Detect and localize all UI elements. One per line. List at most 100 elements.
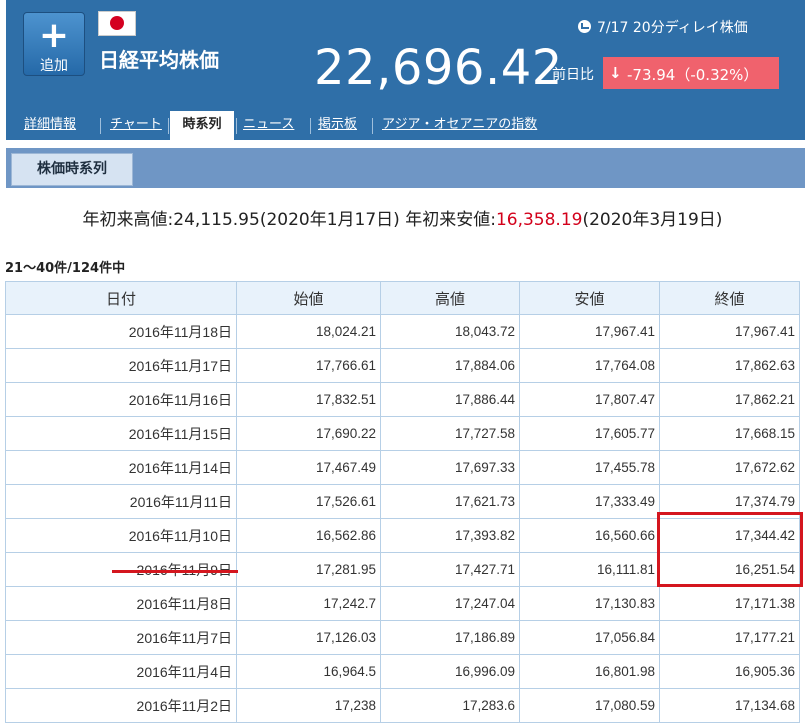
cell-low: 17,080.59 bbox=[519, 688, 660, 723]
cell-date: 2016年11月17日 bbox=[5, 348, 237, 383]
cell-open: 16,562.86 bbox=[236, 518, 381, 553]
tab-board[interactable]: 掲示板 bbox=[318, 111, 357, 140]
cell-low: 17,333.49 bbox=[519, 484, 660, 519]
add-to-portfolio-button[interactable]: + 追加 bbox=[23, 12, 85, 76]
cell-low: 17,130.83 bbox=[519, 586, 660, 621]
header-date: 日付 bbox=[5, 281, 237, 315]
header-high: 高値 bbox=[380, 281, 520, 315]
cell-open: 17,242.7 bbox=[236, 586, 381, 621]
cell-close: 17,862.21 bbox=[659, 382, 800, 417]
table-row: 2016年11月18日 18,024.21 18,043.72 17,967.41 17… bbox=[5, 314, 800, 349]
cell-date: 2016年11月15日 bbox=[5, 416, 237, 451]
cell-date: 2016年11月14日 bbox=[5, 450, 237, 485]
table-row: 2016年11月8日 17,242.7 17,247.04 17,130.83 17,1… bbox=[5, 586, 800, 621]
cell-open: 16,964.5 bbox=[236, 654, 381, 689]
index-name: 日経平均株価 bbox=[99, 48, 219, 72]
cell-open: 17,238 bbox=[236, 688, 381, 723]
cell-close: 17,967.41 bbox=[659, 314, 800, 349]
year-high-date: (2020年1月17日) bbox=[259, 210, 400, 230]
cell-low: 17,455.78 bbox=[519, 450, 660, 485]
clock-icon bbox=[578, 20, 591, 33]
header-open: 始値 bbox=[236, 281, 381, 315]
cell-low: 16,560.66 bbox=[519, 518, 660, 553]
table-row: 2016年11月16日 17,832.51 17,886.44 17,807.47 17… bbox=[5, 382, 800, 417]
date-underline-annotation bbox=[112, 570, 238, 573]
cell-low: 17,807.47 bbox=[519, 382, 660, 417]
result-count: 21〜40件/124件中 bbox=[5, 261, 126, 276]
delay-note-text: 7/17 20分ディレイ株価 bbox=[597, 20, 748, 36]
yearly-range: 年初来高値:24,115.95(2020年1月17日) 年初来安値:16,358… bbox=[0, 205, 805, 230]
cell-date: 2016年11月7日 bbox=[5, 620, 237, 655]
current-price: 22,696.42 bbox=[314, 40, 563, 96]
price-history-table: 日付 始値 高値 安値 終値 2016年11月18日 18,024.21 18,04… bbox=[5, 281, 800, 723]
table-row: 2016年11月4日 16,964.5 16,996.09 16,801.98 16,9… bbox=[5, 654, 800, 689]
cell-open: 17,690.22 bbox=[236, 416, 381, 451]
tab-timeseries[interactable]: 時系列 bbox=[170, 111, 234, 140]
header-low: 安値 bbox=[519, 281, 660, 315]
cell-open: 18,024.21 bbox=[236, 314, 381, 349]
tab-details[interactable]: 詳細情報 bbox=[24, 111, 76, 140]
tab-news[interactable]: ニュース bbox=[243, 111, 294, 140]
cell-date: 2016年11月18日 bbox=[5, 314, 237, 349]
table-row: 2016年11月2日 17,238 17,283.6 17,080.59 17,134.… bbox=[5, 688, 800, 723]
year-high-label: 年初来高値: bbox=[82, 210, 174, 230]
tab-asia-oceania-indices[interactable]: アジア・オセアニアの指数 bbox=[382, 111, 537, 140]
cell-high: 17,621.73 bbox=[380, 484, 520, 519]
cell-low: 17,605.77 bbox=[519, 416, 660, 451]
cell-close: 17,668.15 bbox=[659, 416, 800, 451]
cell-date: 2016年11月16日 bbox=[5, 382, 237, 417]
year-low-value: 16,358.19 bbox=[495, 210, 583, 230]
cell-high: 17,427.71 bbox=[380, 552, 520, 587]
cell-date: 2016年11月2日 bbox=[5, 688, 237, 723]
cell-date: 2016年11月8日 bbox=[5, 586, 237, 621]
tab-chart[interactable]: チャート bbox=[110, 111, 162, 140]
cell-close: 17,171.38 bbox=[659, 586, 800, 621]
table-row: 2016年11月7日 17,126.03 17,186.89 17,056.84 17,… bbox=[5, 620, 800, 655]
cell-high: 17,727.58 bbox=[380, 416, 520, 451]
cell-high: 17,886.44 bbox=[380, 382, 520, 417]
change-label: 前日比 bbox=[552, 67, 594, 83]
year-low-date: (2020年3月19日) bbox=[582, 210, 723, 230]
cell-open: 17,766.61 bbox=[236, 348, 381, 383]
stock-header: + 追加 日経平均株価 7/17 20分ディレイ株価 22,696.42 前日比… bbox=[6, 0, 805, 140]
table-header-row: 日付 始値 高値 安値 終値 bbox=[5, 281, 800, 315]
cell-close: 17,862.63 bbox=[659, 348, 800, 383]
cell-close: 17,177.21 bbox=[659, 620, 800, 655]
plus-icon: + bbox=[38, 15, 70, 56]
header-close: 終値 bbox=[659, 281, 800, 315]
cell-close: 17,134.68 bbox=[659, 688, 800, 723]
cell-open: 17,126.03 bbox=[236, 620, 381, 655]
table-row: 2016年11月15日 17,690.22 17,727.58 17,605.77 17… bbox=[5, 416, 800, 451]
cell-high: 17,393.82 bbox=[380, 518, 520, 553]
cell-high: 17,186.89 bbox=[380, 620, 520, 655]
add-button-label: 追加 bbox=[40, 58, 68, 74]
year-high-value: 24,115.95 bbox=[173, 210, 260, 230]
cell-low: 16,111.81 bbox=[519, 552, 660, 587]
cell-open: 17,281.95 bbox=[236, 552, 381, 587]
cell-high: 17,884.06 bbox=[380, 348, 520, 383]
cell-low: 17,967.41 bbox=[519, 314, 660, 349]
cell-high: 17,283.6 bbox=[380, 688, 520, 723]
cell-close: 16,905.36 bbox=[659, 654, 800, 689]
sub-tab-bar: 株価時系列 bbox=[6, 148, 805, 188]
change-value: -73.94（-0.32%） bbox=[627, 66, 759, 84]
table-row: 2016年11月14日 17,467.49 17,697.33 17,455.78 17… bbox=[5, 450, 800, 485]
cell-date: 2016年11月11日 bbox=[5, 484, 237, 519]
cell-low: 16,801.98 bbox=[519, 654, 660, 689]
cell-date: 2016年11月10日 bbox=[5, 518, 237, 553]
cell-high: 18,043.72 bbox=[380, 314, 520, 349]
cell-high: 17,697.33 bbox=[380, 450, 520, 485]
year-low-label: 年初来安値: bbox=[405, 210, 496, 230]
change-badge: ↓ -73.94（-0.32%） bbox=[603, 57, 779, 89]
subtab-price-history[interactable]: 株価時系列 bbox=[11, 153, 133, 186]
cell-close: 17,672.62 bbox=[659, 450, 800, 485]
cell-high: 16,996.09 bbox=[380, 654, 520, 689]
cell-date: 2016年11月4日 bbox=[5, 654, 237, 689]
cell-open: 17,832.51 bbox=[236, 382, 381, 417]
cell-high: 17,247.04 bbox=[380, 586, 520, 621]
cell-low: 17,056.84 bbox=[519, 620, 660, 655]
cell-low: 17,764.08 bbox=[519, 348, 660, 383]
japan-flag-icon bbox=[98, 11, 136, 36]
delay-note: 7/17 20分ディレイ株価 bbox=[578, 17, 748, 37]
table-row: 2016年11月17日 17,766.61 17,884.06 17,764.08 17… bbox=[5, 348, 800, 383]
